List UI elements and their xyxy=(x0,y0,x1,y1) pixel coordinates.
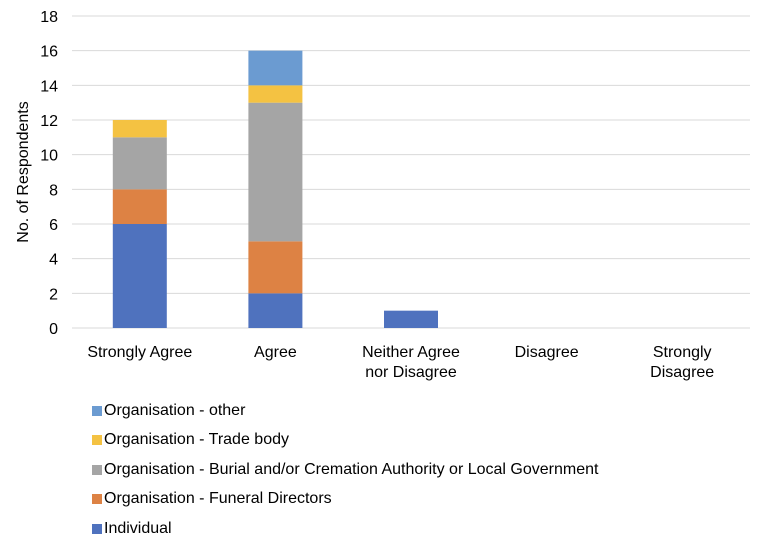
gridlines xyxy=(72,15,750,329)
x-category-label: Neither Agree nor Disagree xyxy=(362,344,460,381)
y-tick-label: 16 xyxy=(40,44,58,61)
bar-segment xyxy=(112,137,167,190)
legend-swatch xyxy=(92,464,102,475)
bar-segment xyxy=(112,224,167,328)
bar-segment xyxy=(248,241,303,294)
legend-item: Individual xyxy=(92,514,598,544)
legend-label: Organisation - other xyxy=(104,401,246,419)
y-axis-ticks: 0 2 4 6 8 10 12 14 16 18 xyxy=(40,9,58,338)
legend-label: Individual xyxy=(104,519,172,537)
legend-item: Organisation - other xyxy=(92,396,598,426)
legend-label: Organisation - Funeral Directors xyxy=(104,490,332,508)
y-tick-label: 8 xyxy=(49,182,58,199)
y-tick-label: 6 xyxy=(49,217,58,234)
y-axis-label: No. of Respondents xyxy=(15,101,32,242)
stacked-bar-chart: 0 2 4 6 8 10 12 14 16 18 Strongly Agree Agree Neith… xyxy=(15,9,750,381)
x-category-label: Disagree xyxy=(515,344,579,361)
legend-swatch xyxy=(92,435,102,446)
y-tick-label: 4 xyxy=(49,252,58,269)
bar-segment xyxy=(248,85,303,103)
bar-segment xyxy=(248,102,303,242)
bar-segment xyxy=(112,189,167,224)
bar-segment xyxy=(384,310,438,328)
bar-segment xyxy=(112,120,167,138)
bar-segment xyxy=(248,50,303,86)
y-tick-label: 10 xyxy=(40,148,58,165)
legend-swatch xyxy=(92,494,102,505)
legend-label: Organisation - Burial and/or Cremation A… xyxy=(104,460,599,478)
x-category-label: Agree xyxy=(254,344,297,361)
legend-swatch xyxy=(92,405,102,416)
legend-item: Organisation - Trade body xyxy=(92,426,598,456)
y-tick-label: 0 xyxy=(49,321,58,338)
legend-item: Organisation - Burial and/or Cremation A… xyxy=(92,455,598,485)
legend-item: Organisation - Funeral Directors xyxy=(92,485,598,515)
y-tick-label: 14 xyxy=(40,78,58,95)
y-tick-label: 18 xyxy=(40,9,58,26)
x-axis-categories: Strongly Agree Agree Neither Agree nor Disa… xyxy=(87,344,714,381)
bar-segment xyxy=(248,293,303,328)
legend-label: Organisation - Trade body xyxy=(104,431,289,449)
x-category-label: Strongly Disagree xyxy=(650,344,714,381)
y-tick-label: 2 xyxy=(49,286,58,303)
legend: Organisation - other Organisation - Trade… xyxy=(92,396,598,544)
x-category-label: Strongly Agree xyxy=(87,344,192,361)
legend-swatch xyxy=(92,523,102,534)
y-tick-label: 12 xyxy=(40,113,58,130)
